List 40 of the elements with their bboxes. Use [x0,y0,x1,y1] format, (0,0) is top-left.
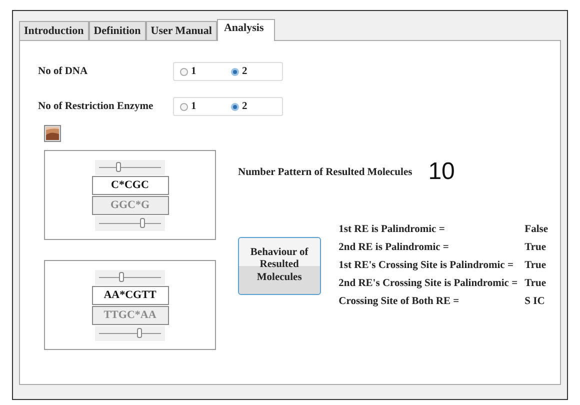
tab[interactable]: User Manual [146,21,217,40]
result-label: 1st RE's Crossing Site is Palindromic = [338,260,514,271]
result-label: 1st RE is Palindromic = [338,224,446,235]
picture-button[interactable] [44,125,61,142]
behaviour-button[interactable]: Behaviour of Resulted Molecules [238,236,321,294]
slider-thumb[interactable] [118,272,124,282]
strand-field: GGC*G [92,196,168,214]
tab[interactable]: Analysis [216,19,275,41]
slider-thumb[interactable] [140,218,146,228]
strand-field[interactable]: C*CGC [92,176,168,194]
tab[interactable]: Introduction [19,21,89,40]
result-label: 2nd RE is Palindromic = [338,242,450,253]
result-value: False [524,224,548,235]
slider-thumb[interactable] [137,328,142,338]
radio-icon[interactable] [180,102,188,110]
slider[interactable] [95,326,165,340]
pattern-value: 10 [428,158,455,186]
slider[interactable] [95,270,165,284]
option-label: No of Restriction Enzyme [38,101,154,112]
radio-option[interactable]: 2 [231,66,282,77]
result-value: True [524,242,546,253]
result-label: 2nd RE's Crossing Site is Palindromic = [338,278,519,289]
radio-icon[interactable] [231,102,239,110]
radio-option[interactable]: 1 [180,66,231,77]
tab[interactable]: Definition [88,21,146,40]
radio-option[interactable]: 2 [231,101,282,112]
result-value: S IC [524,296,545,307]
slider[interactable] [95,216,165,230]
strand-field: TTGC*AA [92,306,168,324]
result-value: True [524,278,546,289]
radio-option[interactable]: 1 [180,101,231,112]
result-label: Crossing Site of Both RE = [338,296,460,307]
slider-thumb[interactable] [116,162,121,172]
result-value: True [524,260,546,271]
radio-icon[interactable] [231,68,239,76]
strand-field[interactable]: AA*CGTT [92,286,168,304]
radio-icon[interactable] [180,68,188,76]
slider[interactable] [95,160,165,174]
pattern-label: Number Pattern of Resulted Molecules [238,166,412,178]
option-label: No of DNA [38,66,89,77]
